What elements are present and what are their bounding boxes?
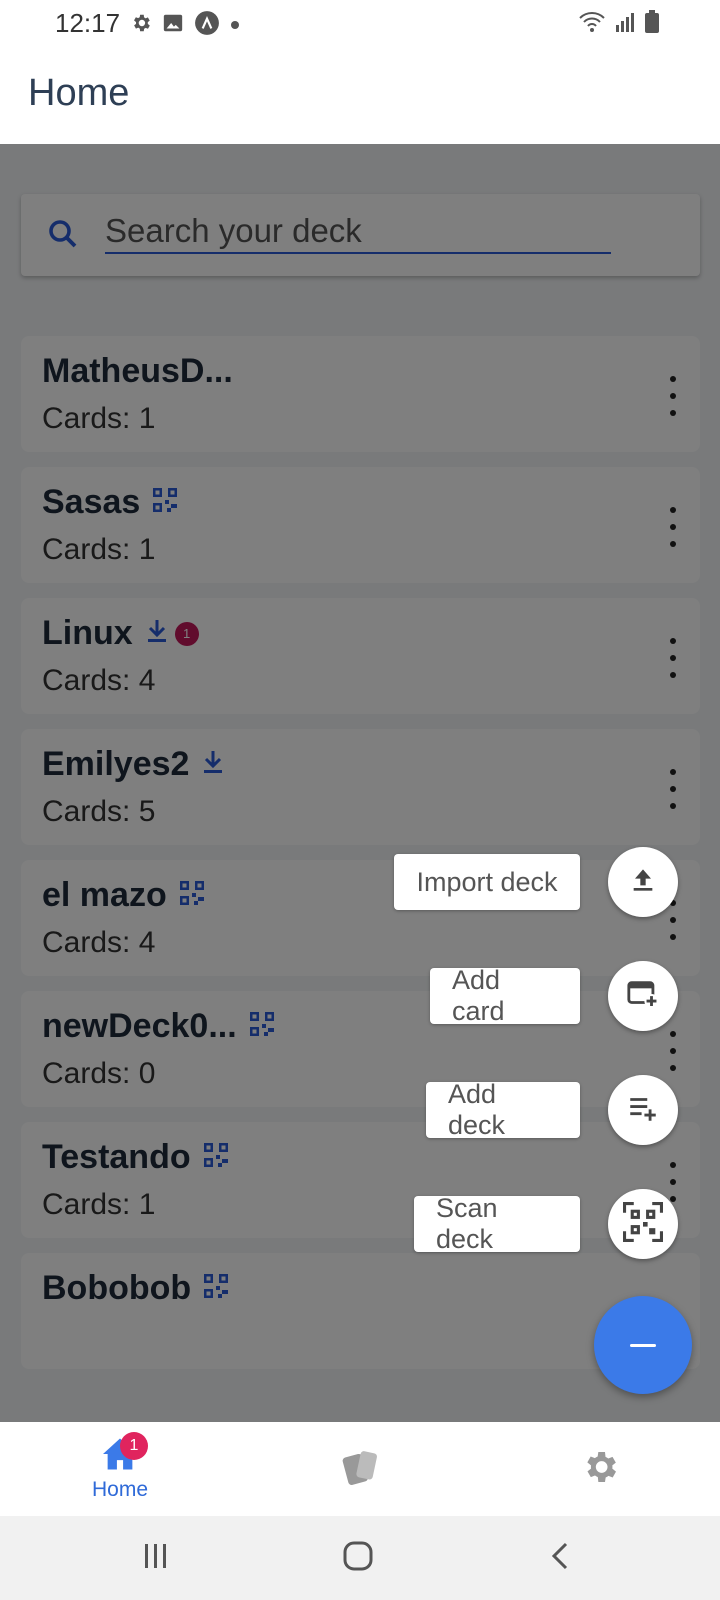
add-deck-label[interactable]: Add deck <box>426 1079 580 1140</box>
nav-cards[interactable] <box>240 1422 480 1516</box>
status-icons-right <box>578 10 660 39</box>
app-bar: Home <box>0 46 720 144</box>
scan-deck-label[interactable]: Scan deck <box>414 1193 580 1254</box>
image-icon <box>162 12 184 39</box>
recents-icon <box>141 1542 171 1575</box>
import-deck-button[interactable] <box>608 847 678 917</box>
add-card-icon <box>626 977 660 1016</box>
bottom-navigation: 1 Home <box>0 1422 720 1516</box>
add-card-label[interactable]: Add card <box>430 965 580 1026</box>
system-navigation <box>0 1516 720 1600</box>
status-bar: 12:17 <box>0 0 720 46</box>
add-deck-button[interactable] <box>608 1075 678 1145</box>
status-icons-left <box>130 10 240 41</box>
upload-icon <box>627 864 659 901</box>
qr-scan-icon <box>623 1201 663 1247</box>
app-icon <box>194 10 220 41</box>
nav-home-badge: 1 <box>120 1432 148 1460</box>
page-title: Home <box>28 72 130 114</box>
settings-icon <box>130 12 152 39</box>
add-list-icon <box>626 1091 660 1130</box>
status-time: 12:17 <box>55 8 121 38</box>
gear-icon <box>580 1447 620 1492</box>
fab-close-button[interactable] <box>594 1296 692 1394</box>
back-button[interactable] <box>530 1536 590 1580</box>
cards-icon <box>338 1447 382 1492</box>
import-deck-label[interactable]: Import deck <box>394 854 580 910</box>
nav-home[interactable]: 1 Home <box>0 1422 240 1516</box>
minus-icon <box>630 1343 656 1347</box>
signal-icon <box>614 11 636 38</box>
recents-button[interactable] <box>126 1536 186 1580</box>
home-circle-icon <box>342 1540 374 1577</box>
dot-icon <box>230 17 240 35</box>
add-card-button[interactable] <box>608 961 678 1031</box>
scan-deck-button[interactable] <box>608 1189 678 1259</box>
battery-icon <box>644 10 660 39</box>
nav-home-label: Home <box>91 1477 149 1501</box>
wifi-icon <box>578 10 606 39</box>
back-icon <box>549 1541 571 1576</box>
home-system-button[interactable] <box>328 1536 388 1580</box>
nav-settings[interactable] <box>480 1422 720 1516</box>
